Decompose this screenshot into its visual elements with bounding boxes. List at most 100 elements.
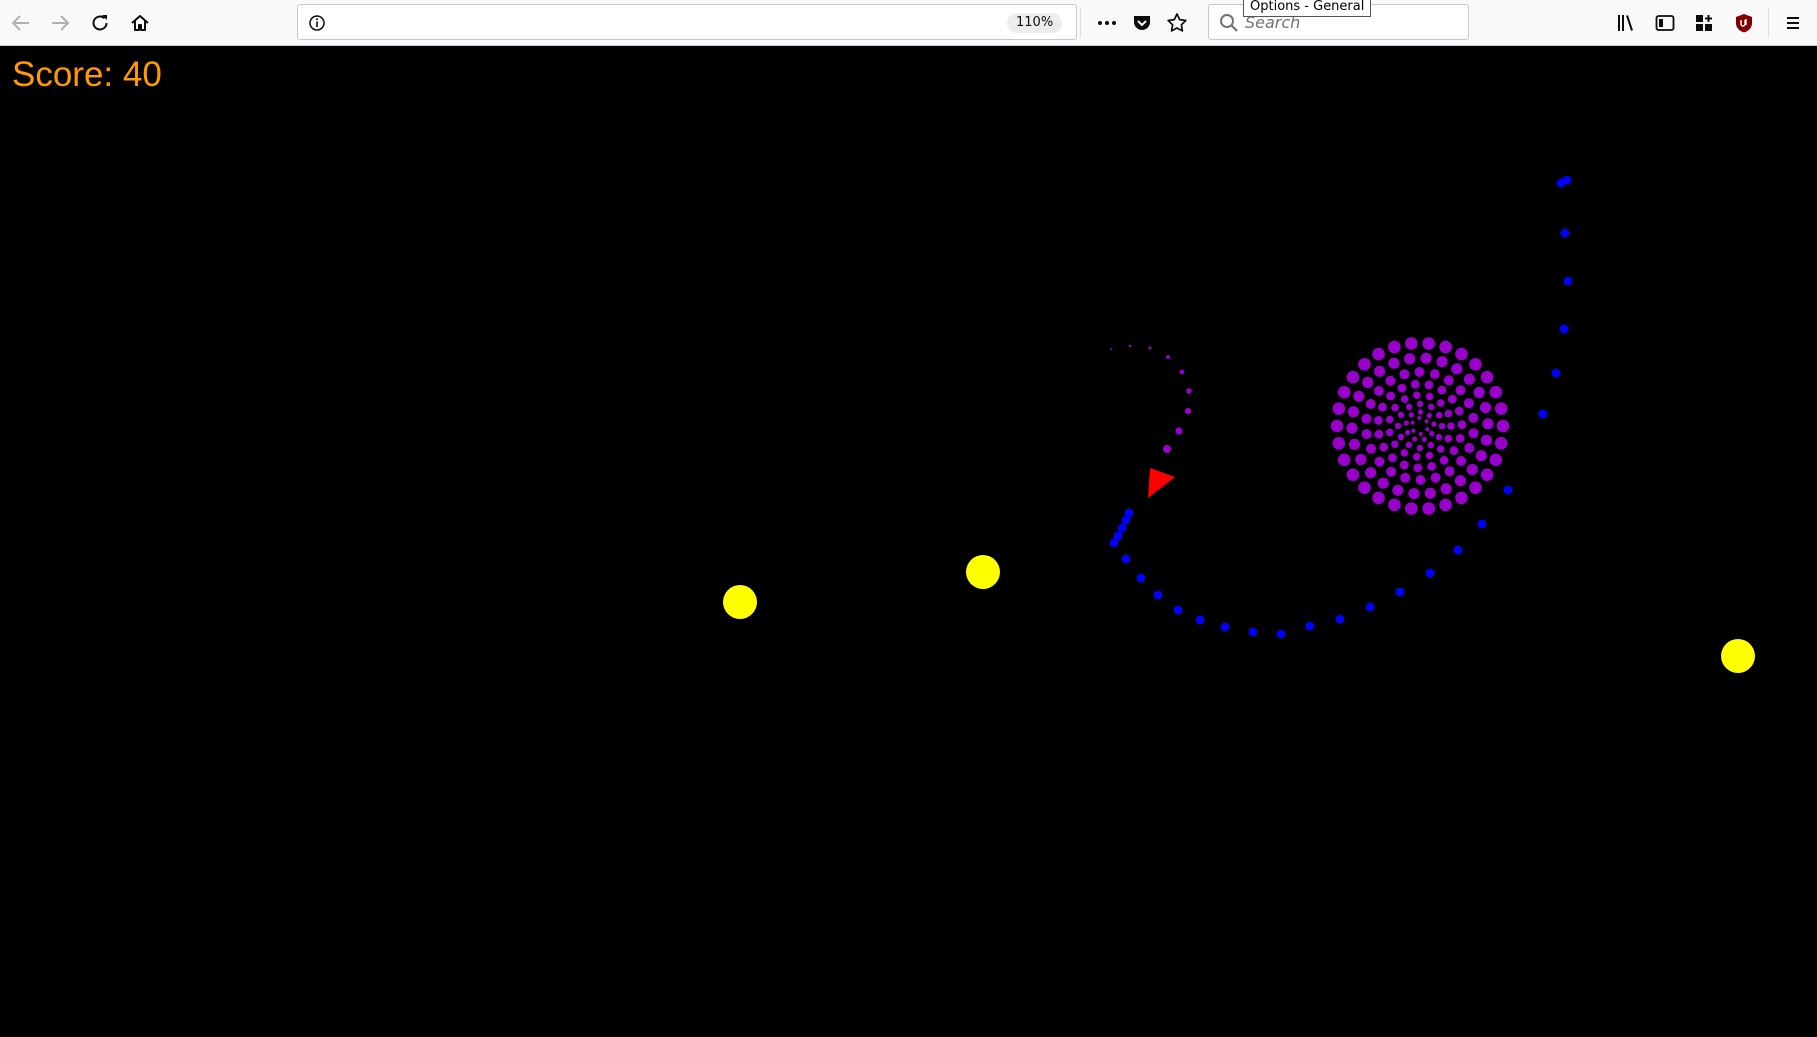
purple-dot <box>1480 434 1493 446</box>
purple-dot <box>1408 488 1420 500</box>
purple-dot <box>1110 348 1112 350</box>
purple-dot <box>1362 376 1374 389</box>
page-actions-button[interactable] <box>1090 6 1124 40</box>
zoom-level-badge[interactable]: 110% <box>1007 13 1063 33</box>
blue-dot <box>1335 614 1345 624</box>
purple-dot <box>1361 429 1372 440</box>
purple-dot <box>1431 421 1437 427</box>
purple-dot <box>1468 412 1479 423</box>
purple-dot <box>1411 428 1416 433</box>
purple-dot <box>1425 392 1434 401</box>
blue-dot <box>1276 629 1286 639</box>
blue-dot <box>1136 573 1146 583</box>
reload-button[interactable] <box>83 6 117 40</box>
pocket-button[interactable] <box>1125 6 1159 40</box>
sidebar-toggle-button[interactable] <box>1648 6 1682 40</box>
blue-dot <box>1551 368 1561 378</box>
purple-dot <box>1372 347 1385 361</box>
purple-dot <box>1422 337 1435 350</box>
purple-dot <box>1403 420 1409 426</box>
purple-dot <box>1372 491 1385 505</box>
purple-dot <box>1332 402 1346 416</box>
purple-dot <box>1386 391 1395 401</box>
purple-dot <box>1444 466 1455 477</box>
purple-dot <box>1429 430 1435 437</box>
purple-dot <box>1424 487 1436 499</box>
purple-dot <box>1394 422 1402 430</box>
tooltip: Options - General <box>1243 0 1372 17</box>
purple-dot <box>1388 498 1401 512</box>
purple-dot <box>1494 437 1508 450</box>
purple-trail-dots <box>1110 344 1192 453</box>
purple-dot <box>1358 358 1371 371</box>
purple-dot <box>1438 422 1446 430</box>
purple-dot <box>1430 472 1441 483</box>
purple-dot <box>1412 436 1418 442</box>
purple-dot <box>1374 456 1385 467</box>
purple-dot <box>1429 369 1440 380</box>
purple-dot <box>1366 443 1377 454</box>
purple-dot <box>1404 353 1416 365</box>
blue-dot <box>1425 568 1435 578</box>
purple-dot <box>1400 449 1409 457</box>
grid-plus-icon <box>1696 15 1712 31</box>
bookmark-star-button[interactable] <box>1160 6 1194 40</box>
purple-dot <box>1451 363 1463 375</box>
purple-dot <box>1399 460 1409 470</box>
blue-dot <box>1395 587 1405 597</box>
menu-button[interactable] <box>1776 6 1810 40</box>
purple-dot <box>1455 491 1468 505</box>
purple-dot <box>1348 438 1361 450</box>
purple-dot <box>1494 402 1508 416</box>
purple-dot <box>1425 427 1430 432</box>
purple-dot <box>1330 419 1344 433</box>
purple-dot <box>1440 483 1452 495</box>
blue-dot <box>1453 545 1463 555</box>
purple-dot <box>1455 434 1465 443</box>
purple-dot <box>1439 456 1449 465</box>
purple-dot <box>1374 365 1386 377</box>
purple-dot <box>1455 385 1466 396</box>
purple-dot <box>1397 433 1405 441</box>
forward-arrow-icon <box>52 15 70 31</box>
purple-dot <box>1427 462 1436 471</box>
purple-dot <box>1417 416 1422 420</box>
purple-dot <box>1355 453 1367 466</box>
blue-dot <box>1559 324 1569 334</box>
purple-dot <box>1163 445 1171 453</box>
library-button[interactable] <box>1609 6 1643 40</box>
purple-dot <box>1443 375 1454 386</box>
purple-dot <box>1417 409 1424 415</box>
purple-dot <box>1469 358 1482 371</box>
purple-dot <box>1435 433 1443 441</box>
purple-dot <box>1385 415 1394 424</box>
purple-dot <box>1385 375 1396 386</box>
purple-dot <box>1405 441 1413 449</box>
purple-dot <box>1361 413 1372 424</box>
purple-dot <box>1413 463 1423 473</box>
forward-button[interactable] <box>43 6 77 40</box>
blue-dot <box>1121 554 1131 564</box>
blue-dot <box>1562 175 1572 185</box>
purple-dot <box>1365 467 1377 479</box>
purple-dot <box>1353 390 1365 402</box>
purple-dot <box>1373 386 1384 396</box>
purple-dot <box>1179 369 1185 375</box>
purple-dot <box>1437 385 1447 395</box>
blue-dot <box>1503 485 1513 495</box>
url-bar[interactable]: Options - General 110% <box>297 0 1372 40</box>
purple-dot <box>1374 416 1383 425</box>
purple-dot <box>1489 453 1503 467</box>
ublock-button[interactable] <box>1727 6 1761 40</box>
purple-dot <box>1480 370 1494 384</box>
home-button[interactable] <box>123 6 157 40</box>
purple-dot <box>1405 502 1418 515</box>
site-info-icon[interactable] <box>308 14 326 32</box>
purple-dot <box>1405 337 1418 350</box>
purple-dot <box>1435 411 1443 419</box>
purple-dot <box>1425 451 1434 460</box>
extension-button[interactable] <box>1687 6 1721 40</box>
purple-dot <box>1410 420 1415 425</box>
purple-dot <box>1128 344 1132 348</box>
back-button[interactable] <box>4 6 38 40</box>
